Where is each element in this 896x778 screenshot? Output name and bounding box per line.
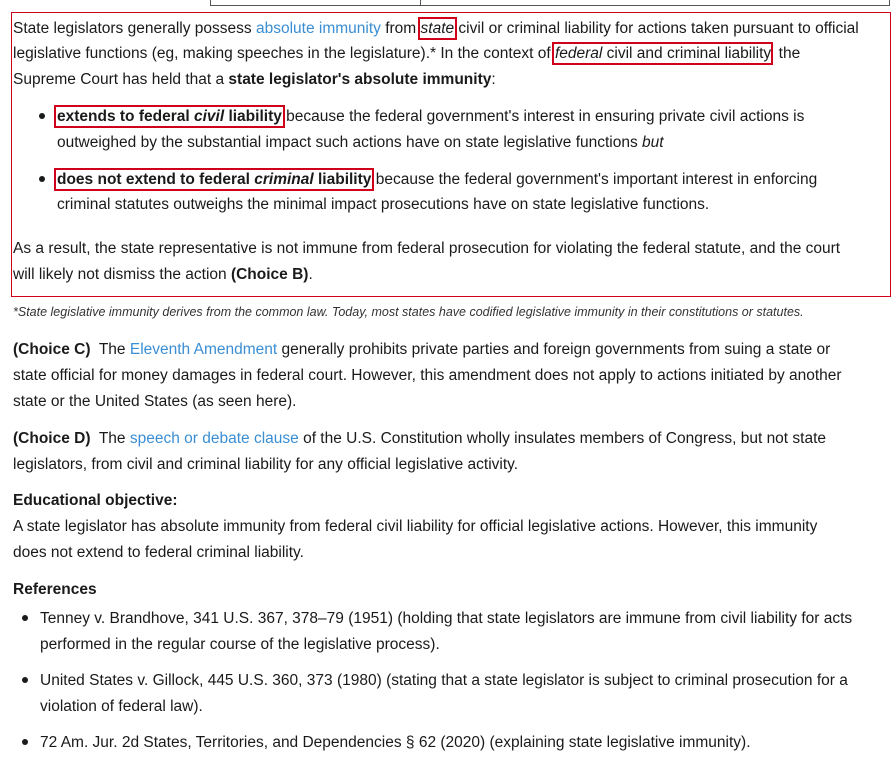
explanation-line-3: Supreme Court has held that a state legi… xyxy=(13,67,891,93)
text: federal xyxy=(554,45,603,62)
choice-label: (Choice C) xyxy=(13,341,91,358)
text: liability xyxy=(224,108,282,125)
civil-liability-highlight: extends to federal civil liability xyxy=(54,105,285,128)
table-column-divider xyxy=(420,0,421,6)
choice-c-line-1: (Choice C) The Eleventh Amendment genera… xyxy=(13,337,891,363)
result-line-1: As a result, the state representative is… xyxy=(13,236,891,262)
text: civil xyxy=(193,108,225,125)
text: As a result, the state representative is… xyxy=(13,240,841,257)
text: The xyxy=(90,341,130,358)
text: State legislators generally possess xyxy=(13,20,256,37)
bullet-1-line-1: extends to federal civil liability becau… xyxy=(54,104,896,130)
text: legislative functions (eg, making speech… xyxy=(13,45,555,62)
text: The xyxy=(90,430,130,447)
objective-heading: Educational objective: xyxy=(13,492,178,509)
text: but xyxy=(642,134,664,151)
choice-label: (Choice D) xyxy=(13,430,91,447)
text: : xyxy=(491,71,496,88)
bullet-dot xyxy=(39,176,45,182)
bullet-2-line-2: criminal statutes outweighs the minimal … xyxy=(57,192,896,218)
absolute-immunity-link[interactable]: absolute immunity xyxy=(256,20,381,37)
text: because the federal government's importa… xyxy=(371,171,818,188)
text: liability xyxy=(313,171,372,188)
reference-1-line-1: Tenney v. Brandhove, 341 U.S. 367, 378–7… xyxy=(40,610,853,627)
footnote: *State legislative immunity derives from… xyxy=(13,305,804,319)
text: civil or criminal liability for actions … xyxy=(454,20,859,37)
text: , the xyxy=(770,45,801,62)
table-bottom-edge xyxy=(210,0,890,6)
speech-or-debate-clause-link[interactable]: speech or debate clause xyxy=(130,430,299,447)
text: generally prohibits private parties and … xyxy=(277,341,831,358)
bullet-dot xyxy=(22,739,28,745)
text: criminal xyxy=(254,171,314,188)
text: does not extend to federal xyxy=(57,171,255,188)
bullet-2-line-1: does not extend to federal criminal liab… xyxy=(53,167,896,193)
text: of the U.S. Constitution wholly insulate… xyxy=(298,430,827,447)
choice-c-line-2: state official for money damages in fede… xyxy=(13,367,842,384)
text: state legislator's absolute immunity xyxy=(228,71,492,88)
bullet-dot xyxy=(39,113,45,119)
federal-liability-highlight: federal civil and criminal liability xyxy=(551,42,774,65)
text: will likely not dismiss the action xyxy=(13,266,231,283)
bullet-dot xyxy=(22,615,28,621)
text: . xyxy=(308,266,313,283)
explanation-line-2: legislative functions (eg, making speech… xyxy=(13,41,891,67)
reference-3-line-1: 72 Am. Jur. 2d States, Territories, and … xyxy=(40,734,751,751)
text: civil and criminal liability xyxy=(602,45,771,62)
eleventh-amendment-link[interactable]: Eleventh Amendment xyxy=(130,341,277,358)
state-highlight: state xyxy=(417,17,458,40)
text: because the federal government's interes… xyxy=(281,108,805,125)
text: from xyxy=(380,20,421,37)
bullet-dot xyxy=(22,677,28,683)
references-heading: References xyxy=(13,581,97,598)
choice-d-line-2: legislators, from civil and criminal lia… xyxy=(13,456,519,473)
text: outweighed by the substantial impact suc… xyxy=(57,134,643,151)
text: (Choice B) xyxy=(230,266,309,283)
objective-line-2: does not extend to federal criminal liab… xyxy=(13,544,304,561)
objective-line-1: A state legislator has absolute immunity… xyxy=(13,518,818,535)
bullet-1-line-2: outweighed by the substantial impact suc… xyxy=(57,130,896,156)
reference-2-line-2: violation of federal law). xyxy=(40,698,203,715)
choice-d-line-1: (Choice D) The speech or debate clause o… xyxy=(13,426,891,452)
text: Supreme Court has held that a xyxy=(13,71,229,88)
result-line-2: will likely not dismiss the action (Choi… xyxy=(13,262,891,288)
explanation-line-1: State legislators generally possess abso… xyxy=(13,16,891,42)
reference-2-line-1: United States v. Gillock, 445 U.S. 360, … xyxy=(40,672,848,689)
choice-c-line-3: state or the United States (as seen here… xyxy=(13,393,297,410)
text: extends to federal xyxy=(57,108,194,125)
reference-1-line-2: performed in the regular course of the l… xyxy=(40,636,440,653)
criminal-liability-highlight: does not extend to federal criminal liab… xyxy=(53,168,375,191)
text: criminal statutes outweighs the minimal … xyxy=(57,196,710,213)
